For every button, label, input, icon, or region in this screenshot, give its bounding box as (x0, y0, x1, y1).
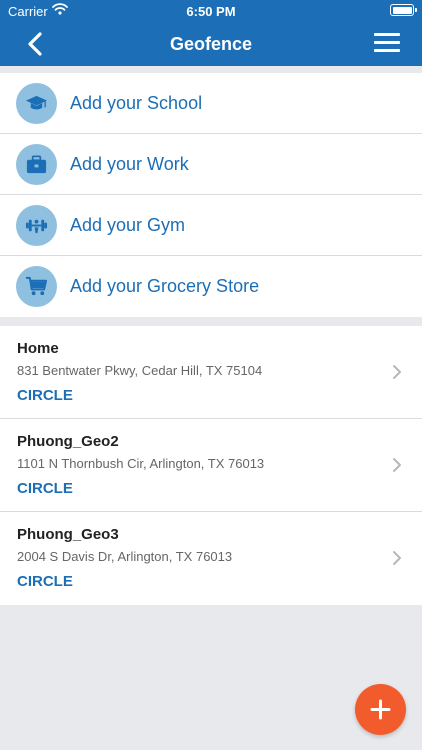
add-geofence-button[interactable] (355, 684, 406, 735)
geofence-list: Home 831 Bentwater Pkwy, Cedar Hill, TX … (0, 326, 422, 605)
geofence-item-home[interactable]: Home 831 Bentwater Pkwy, Cedar Hill, TX … (0, 326, 422, 419)
status-bar: Carrier 6:50 PM (0, 0, 422, 22)
add-school-item[interactable]: Add your School (0, 73, 422, 134)
page-title: Geofence (169, 34, 253, 54)
geofence-address: 831 Bentwater Pkwy, Cedar Hill, TX 75104 (17, 363, 263, 378)
dumbbell-icon (16, 205, 57, 246)
geofence-item-phuong-geo3[interactable]: Phuong_Geo3 2004 S Davis Dr, Arlington, … (0, 512, 422, 605)
battery-icon (390, 4, 417, 16)
menu-button[interactable] (374, 33, 400, 55)
add-school-label: Add your School (70, 93, 203, 113)
chevron-right-icon (393, 551, 401, 565)
add-grocery-store-item[interactable]: Add your Grocery Store (0, 256, 422, 317)
geofence-type: CIRCLE (17, 480, 73, 497)
geofence-screen: Carrier 6:50 PM Geofence Add your School… (0, 0, 422, 750)
add-grocery-store-label: Add your Grocery Store (70, 276, 260, 296)
add-gym-label: Add your Gym (70, 215, 186, 235)
geofence-address: 1101 N Thornbush Cir, Arlington, TX 7601… (17, 456, 265, 471)
chevron-right-icon (393, 458, 401, 472)
plus-icon (370, 699, 391, 720)
nav-bar: Geofence (0, 22, 422, 66)
add-gym-item[interactable]: Add your Gym (0, 195, 422, 256)
shopping-cart-icon (16, 266, 57, 307)
hamburger-menu-icon (374, 33, 400, 52)
geofence-type: CIRCLE (17, 387, 73, 404)
add-work-label: Add your Work (70, 154, 189, 174)
briefcase-icon (16, 144, 57, 185)
chevron-right-icon (393, 365, 401, 379)
add-work-item[interactable]: Add your Work (0, 134, 422, 195)
geofence-type: CIRCLE (17, 573, 73, 590)
header: Carrier 6:50 PM Geofence (0, 0, 422, 66)
graduation-cap-icon (16, 83, 57, 124)
quick-add-list: Add your School Add your Work Add your G… (0, 73, 422, 317)
geofence-name: Phuong_Geo2 (17, 433, 119, 450)
clock: 6:50 PM (186, 4, 236, 19)
geofence-item-phuong-geo2[interactable]: Phuong_Geo2 1101 N Thornbush Cir, Arling… (0, 419, 422, 512)
geofence-name: Home (17, 340, 59, 357)
geofence-address: 2004 S Davis Dr, Arlington, TX 76013 (17, 549, 233, 564)
geofence-name: Phuong_Geo3 (17, 526, 119, 543)
